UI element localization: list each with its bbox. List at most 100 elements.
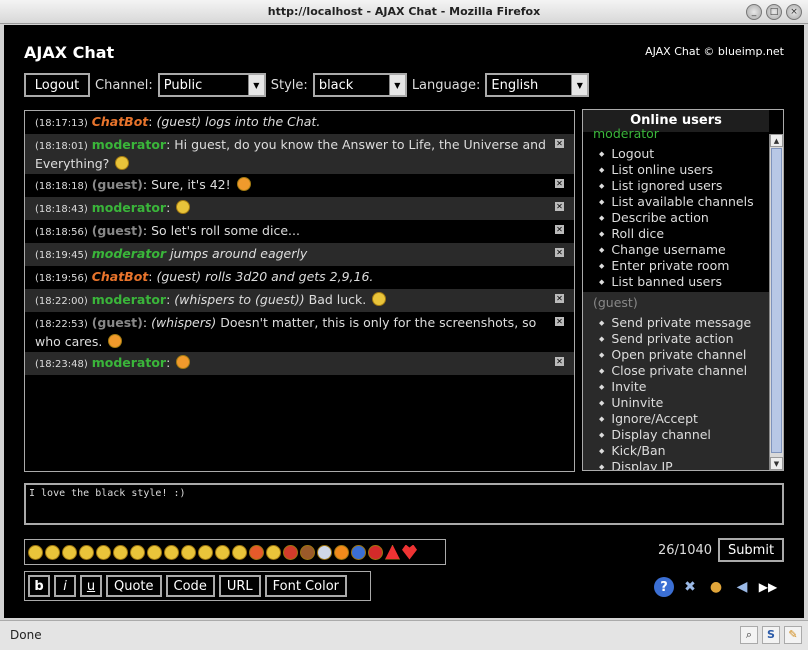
grin-emoticon-icon[interactable] xyxy=(96,544,111,560)
grin-emoticon-icon xyxy=(236,177,251,191)
menu-item[interactable]: Kick/Ban xyxy=(599,443,769,459)
logout-button[interactable]: Logout xyxy=(24,73,90,97)
zoom-icon[interactable]: ⌕ xyxy=(740,626,758,644)
submit-button[interactable]: Submit xyxy=(718,538,784,562)
menu-item[interactable]: List ignored users xyxy=(599,178,769,194)
menu-item[interactable]: Close private channel xyxy=(599,363,769,379)
delete-message-icon[interactable]: ✕ xyxy=(555,202,564,211)
channel-select[interactable]: Public ▼ xyxy=(157,73,266,97)
message-user[interactable]: (guest) xyxy=(92,223,143,238)
pencil-icon[interactable]: ✎ xyxy=(784,626,802,644)
online-user-name[interactable]: moderator xyxy=(583,126,769,142)
grin-big-emoticon-icon[interactable] xyxy=(266,544,281,560)
skype-icon[interactable]: S xyxy=(762,626,780,644)
shocked-emoticon-icon[interactable] xyxy=(130,544,145,560)
quote-button[interactable]: Quote xyxy=(106,575,162,597)
message-user[interactable]: moderator xyxy=(92,200,166,215)
smug-emoticon-icon[interactable] xyxy=(113,544,128,560)
style-select[interactable]: black ▼ xyxy=(312,73,407,97)
menu-item[interactable]: Roll dice xyxy=(599,226,769,242)
message-user[interactable]: moderator xyxy=(92,292,166,307)
close-button[interactable]: × xyxy=(786,4,802,20)
message-user[interactable]: (guest) xyxy=(92,315,143,330)
chat-list[interactable]: (18:17:13) ChatBot: (guest) logs into th… xyxy=(24,110,575,472)
delete-message-icon[interactable]: ✕ xyxy=(555,294,564,303)
character-counter: 26/1040 xyxy=(658,543,713,558)
sad-emoticon-icon[interactable] xyxy=(164,544,179,560)
message-user[interactable]: (guest) xyxy=(92,177,143,192)
scroll-down-icon[interactable]: ▼ xyxy=(770,457,783,470)
angry-emoticon-icon[interactable] xyxy=(249,544,264,560)
scroll-up-icon[interactable]: ▲ xyxy=(770,134,783,147)
message-input[interactable]: I love the black style! :) xyxy=(24,483,784,525)
tongue-emoticon-icon[interactable] xyxy=(79,544,94,560)
wink-emoticon-icon[interactable] xyxy=(45,544,60,560)
menu-item[interactable]: Uninvite xyxy=(599,395,769,411)
menu-item[interactable]: Describe action xyxy=(599,210,769,226)
menu-item[interactable]: Display channel xyxy=(599,427,769,443)
chat-message: (18:19:56) ChatBot: (guest) rolls 3d20 a… xyxy=(35,269,374,284)
message-user[interactable]: moderator xyxy=(92,246,166,261)
bold-button[interactable]: b xyxy=(28,575,50,597)
question-bubble-icon[interactable] xyxy=(317,544,332,560)
menu-item[interactable]: Logout xyxy=(599,146,769,162)
delete-message-icon[interactable]: ✕ xyxy=(555,139,564,148)
monkey-emoticon-icon[interactable] xyxy=(300,544,315,560)
minimize-button[interactable]: _ xyxy=(746,4,762,20)
menu-item[interactable]: Enter private room xyxy=(599,258,769,274)
menu-item[interactable]: Ignore/Accept xyxy=(599,411,769,427)
menu-item[interactable]: List online users xyxy=(599,162,769,178)
message-user[interactable]: ChatBot xyxy=(92,114,149,129)
message-user[interactable]: ChatBot xyxy=(92,269,149,284)
heart-icon[interactable] xyxy=(402,544,417,560)
chat-message: (18:18:56) (guest): So let's roll some d… xyxy=(35,223,564,238)
scrollbar-thumb[interactable] xyxy=(771,148,782,453)
nerd-emoticon-icon[interactable] xyxy=(181,544,196,560)
delete-message-icon[interactable]: ✕ xyxy=(555,357,564,366)
delete-message-icon[interactable]: ✕ xyxy=(555,225,564,234)
online-user-name[interactable]: (guest) xyxy=(583,295,769,311)
online-users-icon[interactable]: ● xyxy=(706,577,726,597)
menu-item[interactable]: Open private channel xyxy=(599,347,769,363)
delete-message-icon[interactable]: ✕ xyxy=(555,179,564,188)
italic-button[interactable]: i xyxy=(54,575,76,597)
language-select[interactable]: English ▼ xyxy=(485,73,590,97)
laugh-emoticon-icon[interactable] xyxy=(215,544,230,560)
message-text: (guest) rolls 3d20 and gets 2,9,16. xyxy=(156,269,374,284)
menu-item[interactable]: Change username xyxy=(599,242,769,258)
menu-item[interactable]: List available channels xyxy=(599,194,769,210)
warning-icon[interactable] xyxy=(385,544,400,560)
delete-message-icon[interactable]: ✕ xyxy=(555,317,564,326)
menu-item[interactable]: Display IP xyxy=(599,459,769,470)
cool-emoticon-icon[interactable] xyxy=(198,544,213,560)
neutral-emoticon-icon[interactable] xyxy=(147,544,162,560)
smile-emoticon-icon[interactable] xyxy=(28,544,43,560)
settings-icon[interactable]: ✖ xyxy=(680,577,700,597)
menu-item[interactable]: Send private action xyxy=(599,331,769,347)
menu-item[interactable]: List banned users xyxy=(599,274,769,290)
devil-emoticon-icon[interactable] xyxy=(283,544,298,560)
exclamation-icon[interactable] xyxy=(334,544,349,560)
happy-emoticon-icon[interactable] xyxy=(62,544,77,560)
app-title: AJAX Chat xyxy=(24,43,115,62)
sound-icon[interactable]: ◀ xyxy=(732,577,752,597)
maximize-button[interactable]: □ xyxy=(766,4,782,20)
message-user[interactable]: moderator xyxy=(92,355,166,370)
online-users-scrollbar[interactable]: ▲ ▼ xyxy=(769,134,783,470)
status-text: Done xyxy=(10,628,42,642)
menu-item[interactable]: Invite xyxy=(599,379,769,395)
autoscroll-icon[interactable]: ▶▶ xyxy=(758,577,778,597)
message-user[interactable]: moderator xyxy=(92,137,166,152)
question-icon[interactable] xyxy=(351,544,366,560)
chat-message: (18:19:45) moderator jumps around eagerl… xyxy=(25,243,574,266)
underline-button[interactable]: u xyxy=(80,575,102,597)
stop-icon[interactable] xyxy=(368,544,383,560)
menu-item[interactable]: Send private message xyxy=(599,315,769,331)
font-color-button[interactable]: Font Color xyxy=(264,575,347,597)
delete-message-icon[interactable]: ✕ xyxy=(555,248,564,257)
help-icon[interactable]: ? xyxy=(654,577,674,597)
url-button[interactable]: URL xyxy=(218,575,261,597)
code-button[interactable]: Code xyxy=(165,575,215,597)
chat-message: (18:17:13) ChatBot: (guest) logs into th… xyxy=(35,114,321,129)
cry-emoticon-icon[interactable] xyxy=(232,544,247,560)
